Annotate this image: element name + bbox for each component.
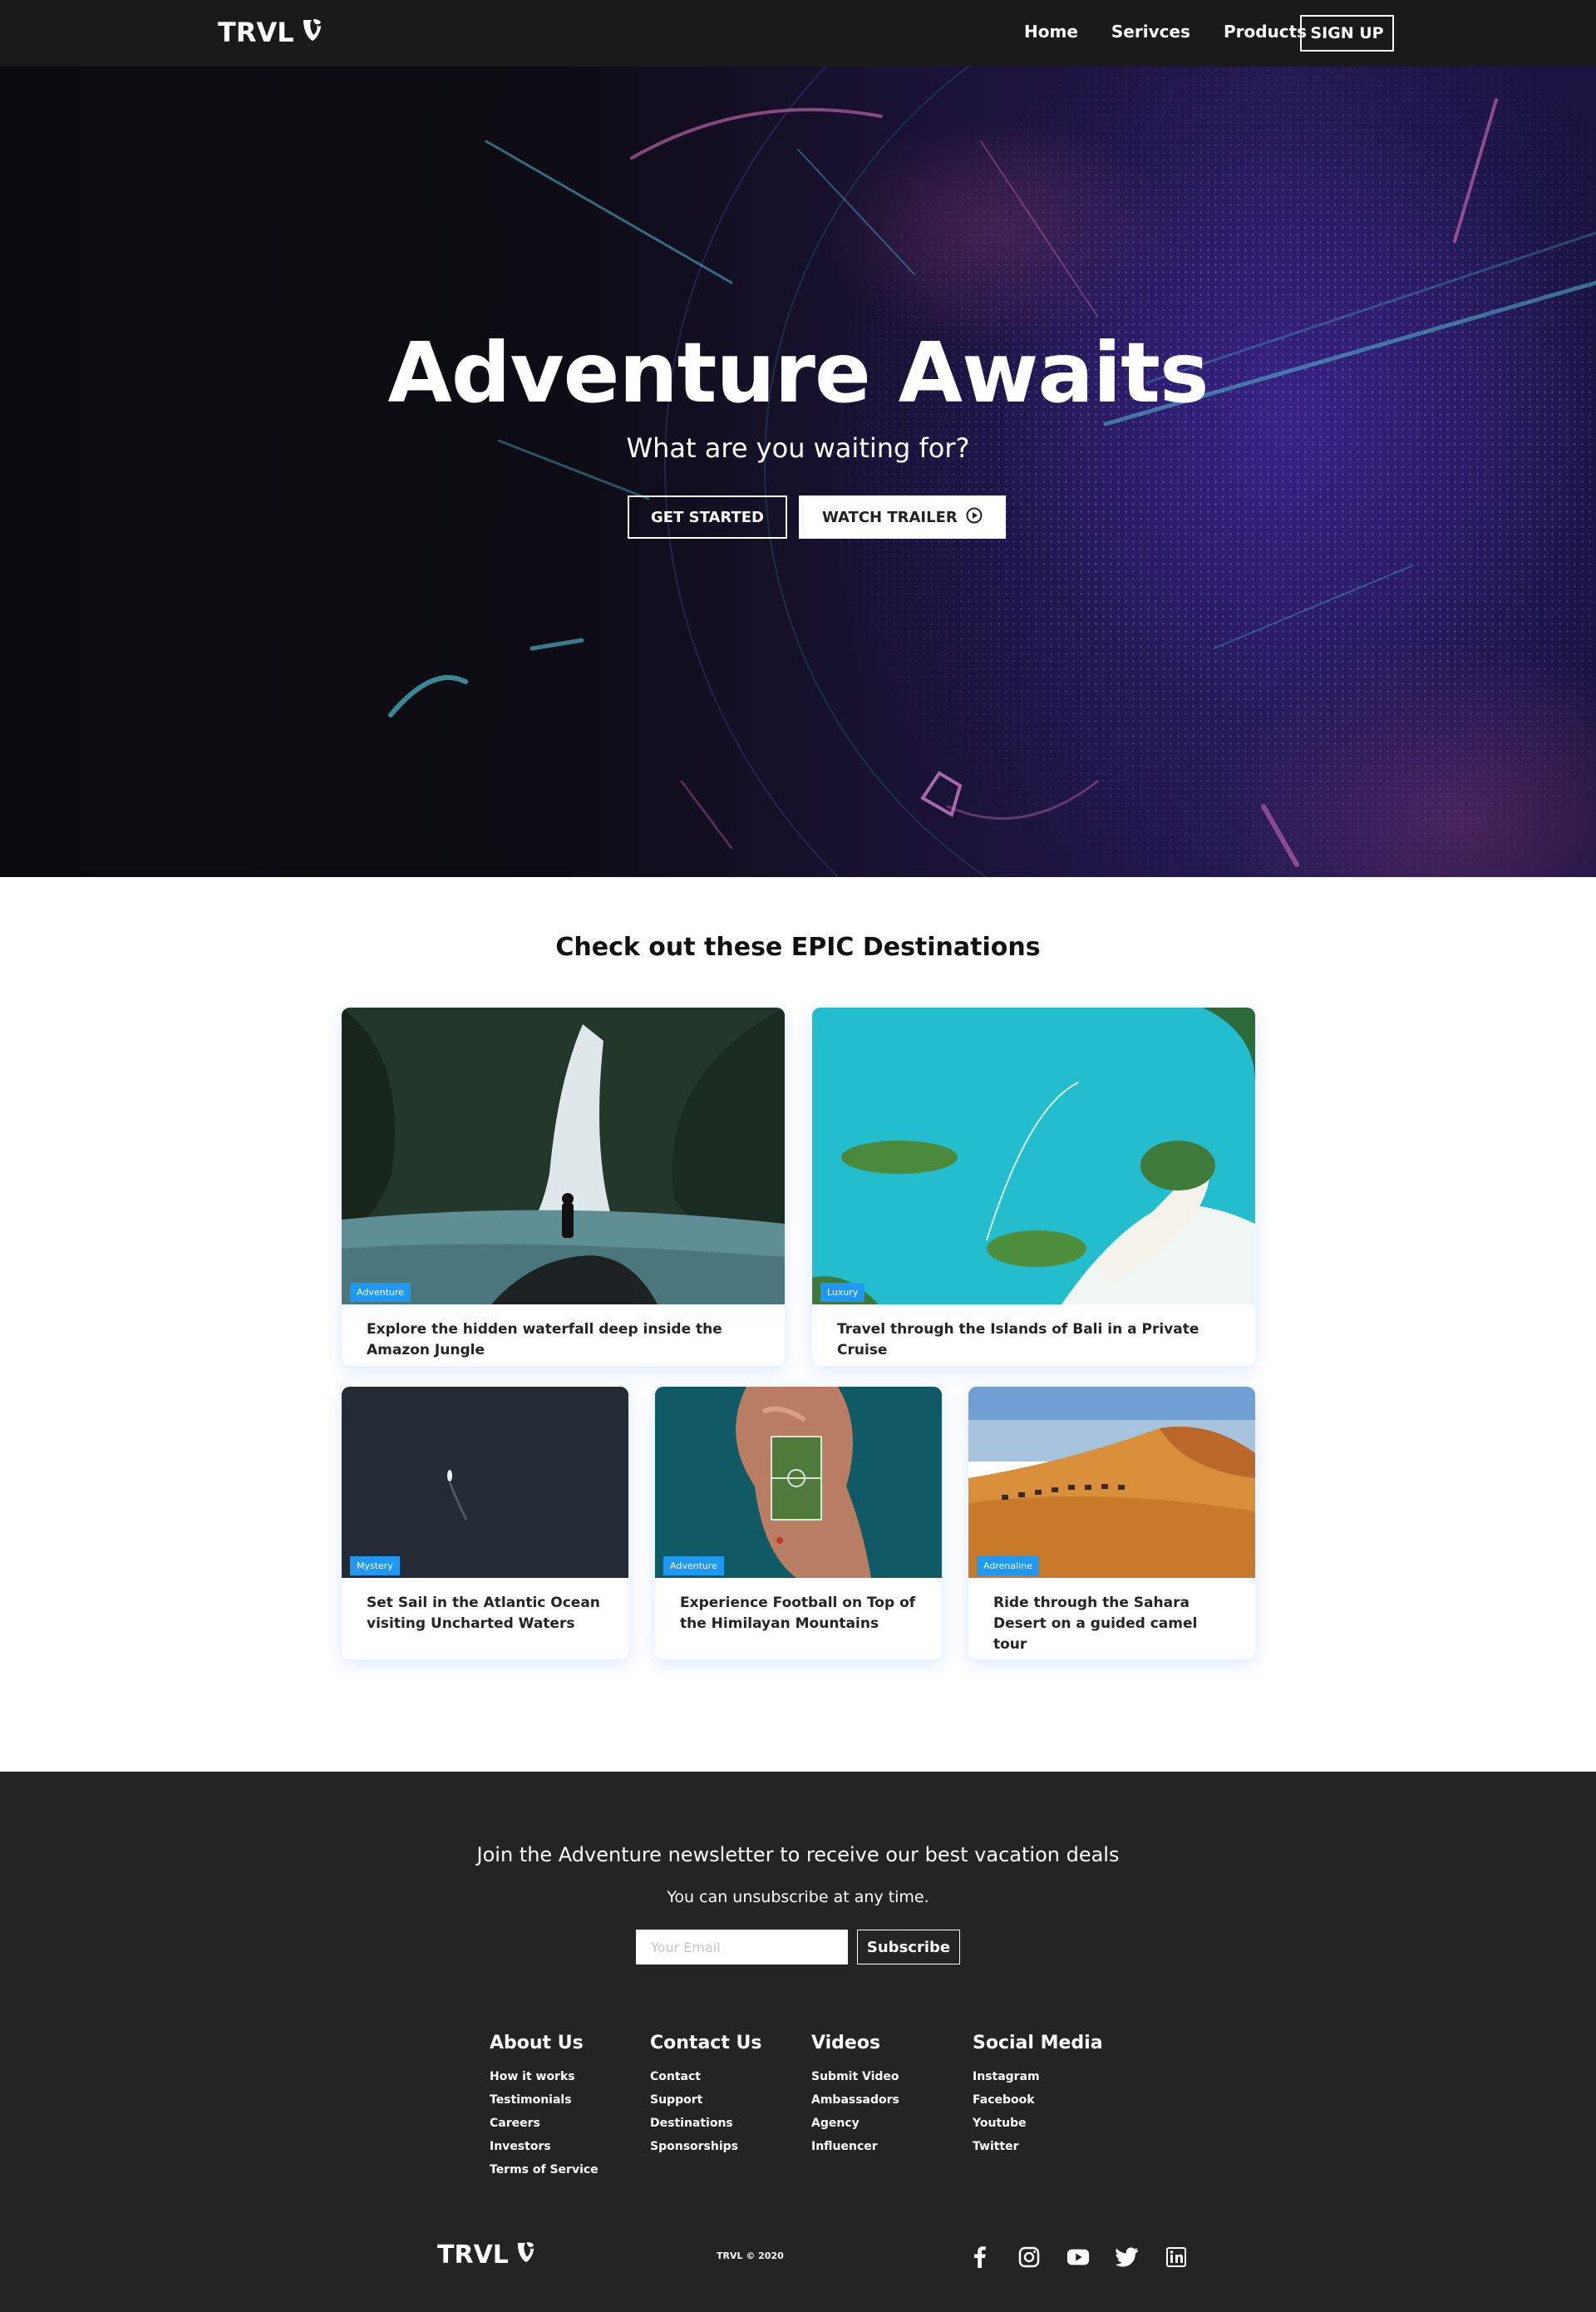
footer-link[interactable]: Instagram bbox=[973, 2065, 1103, 2088]
footer-link[interactable]: Twitter bbox=[973, 2135, 1103, 2158]
destination-card-islands[interactable]: Luxury Travel through the Islands of Bal… bbox=[812, 1008, 1255, 1366]
footer-column-videos: Videos Submit Video Ambassadors Agency I… bbox=[811, 2033, 899, 2158]
footer-link[interactable]: Destinations bbox=[650, 2112, 761, 2135]
brand-logo[interactable]: TRVL bbox=[218, 17, 323, 48]
destination-card-football[interactable]: Adventure Experience Football on Top of … bbox=[655, 1387, 942, 1659]
watch-trailer-label: WATCH TRAILER bbox=[821, 508, 958, 526]
copyright-text: TRVL © 2020 bbox=[717, 2250, 784, 2261]
subscribe-button[interactable]: Subscribe bbox=[857, 1930, 960, 1964]
youtube-icon[interactable] bbox=[1066, 2245, 1090, 2269]
hero-background-art bbox=[388, 67, 1596, 877]
footer-link[interactable]: How it works bbox=[490, 2065, 598, 2088]
newsletter-subtitle: You can unsubscribe at any time. bbox=[667, 1888, 929, 1906]
footer-column-contact: Contact Us Contact Support Destinations … bbox=[650, 2033, 761, 2158]
destinations-heading: Check out these EPIC Destinations bbox=[555, 933, 1041, 962]
footer: Join the Adventure newsletter to receive… bbox=[0, 1772, 1596, 2312]
footer-column-title: About Us bbox=[490, 2033, 584, 2053]
destination-card-desert[interactable]: Adrenaline Ride through the Sahara Deser… bbox=[968, 1387, 1255, 1659]
footer-link[interactable]: Facebook bbox=[973, 2088, 1103, 2112]
brand-name: TRVL bbox=[218, 17, 294, 48]
brand-name: TRVL bbox=[437, 2241, 509, 2270]
card-description: Experience Football on Top of the Himila… bbox=[680, 1595, 916, 1632]
signup-button[interactable]: SIGN UP bbox=[1300, 15, 1394, 52]
email-input[interactable] bbox=[636, 1930, 848, 1964]
footer-link[interactable]: Investors bbox=[490, 2135, 598, 2158]
footer-column-title: Contact Us bbox=[650, 2033, 762, 2053]
facebook-icon[interactable] bbox=[968, 2245, 992, 2269]
twitter-icon[interactable] bbox=[1116, 2245, 1139, 2269]
destination-card-waterfall[interactable]: Adventure Explore the hidden waterfall d… bbox=[342, 1008, 785, 1366]
footer-link[interactable]: Submit Video bbox=[811, 2065, 899, 2088]
footer-column-title: Social Media bbox=[973, 2033, 1103, 2053]
footer-link[interactable]: Ambassadors bbox=[811, 2088, 899, 2112]
card-badge: Adventure bbox=[350, 1283, 411, 1302]
footer-link[interactable]: Testimonials bbox=[490, 2088, 598, 2112]
footer-link[interactable]: Contact bbox=[650, 2065, 761, 2088]
hero-section: Adventure Awaits What are you waiting fo… bbox=[0, 67, 1596, 877]
footer-brand-logo[interactable]: TRVL bbox=[437, 2241, 535, 2270]
footer-column-title: Videos bbox=[811, 2033, 881, 2053]
ocean-image bbox=[342, 1387, 628, 1578]
card-description: Set Sail in the Atlantic Ocean visiting … bbox=[367, 1595, 600, 1632]
hero-title: Adventure Awaits bbox=[387, 324, 1209, 421]
card-badge: Adventure bbox=[663, 1556, 724, 1575]
instagram-icon[interactable] bbox=[1017, 2245, 1041, 2269]
typo3-icon bbox=[301, 17, 323, 48]
footer-link[interactable]: Support bbox=[650, 2088, 761, 2112]
typo3-icon bbox=[515, 2241, 535, 2270]
newsletter-title: Join the Adventure newsletter to receive… bbox=[476, 1843, 1120, 1866]
hero-subtitle: What are you waiting for? bbox=[626, 432, 970, 464]
nav-products-link[interactable]: Products bbox=[1224, 22, 1307, 42]
footer-link[interactable]: Sponsorships bbox=[650, 2135, 761, 2158]
footer-column-social: Social Media Instagram Facebook Youtube … bbox=[973, 2033, 1103, 2158]
footer-link[interactable]: Agency bbox=[811, 2112, 899, 2135]
card-badge: Mystery bbox=[350, 1556, 400, 1575]
nav-home-link[interactable]: Home bbox=[1024, 22, 1078, 42]
footer-link[interactable]: Influencer bbox=[811, 2135, 899, 2158]
desert-image bbox=[968, 1387, 1255, 1578]
linkedin-icon[interactable] bbox=[1165, 2245, 1188, 2269]
footer-column-about: About Us How it works Testimonials Caree… bbox=[490, 2033, 598, 2181]
nav-links: Home Serivces Products bbox=[1024, 22, 1307, 42]
destination-card-ocean[interactable]: Mystery Set Sail in the Atlantic Ocean v… bbox=[342, 1387, 628, 1659]
footer-link[interactable]: Youtube bbox=[973, 2112, 1103, 2135]
card-description: Travel through the Islands of Bali in a … bbox=[837, 1321, 1199, 1358]
footer-link[interactable]: Terms of Service bbox=[490, 2158, 598, 2181]
card-badge: Adrenaline bbox=[977, 1556, 1039, 1575]
islands-image bbox=[812, 1008, 1255, 1304]
get-started-button[interactable]: GET STARTED bbox=[628, 495, 787, 539]
card-badge: Luxury bbox=[820, 1283, 865, 1302]
nav-services-link[interactable]: Serivces bbox=[1111, 22, 1190, 42]
card-description: Ride through the Sahara Desert on a guid… bbox=[993, 1595, 1198, 1653]
card-description: Explore the hidden waterfall deep inside… bbox=[367, 1321, 722, 1358]
social-icons bbox=[968, 2245, 1188, 2269]
football-island-image bbox=[655, 1387, 942, 1578]
footer-link[interactable]: Careers bbox=[490, 2112, 598, 2135]
navbar: TRVL Home Serivces Products SIGN UP bbox=[0, 0, 1596, 67]
hero-buttons: GET STARTED WATCH TRAILER bbox=[628, 495, 1006, 539]
watch-trailer-button[interactable]: WATCH TRAILER bbox=[798, 495, 1006, 539]
play-circle-icon bbox=[966, 507, 983, 528]
waterfall-image bbox=[342, 1008, 785, 1304]
